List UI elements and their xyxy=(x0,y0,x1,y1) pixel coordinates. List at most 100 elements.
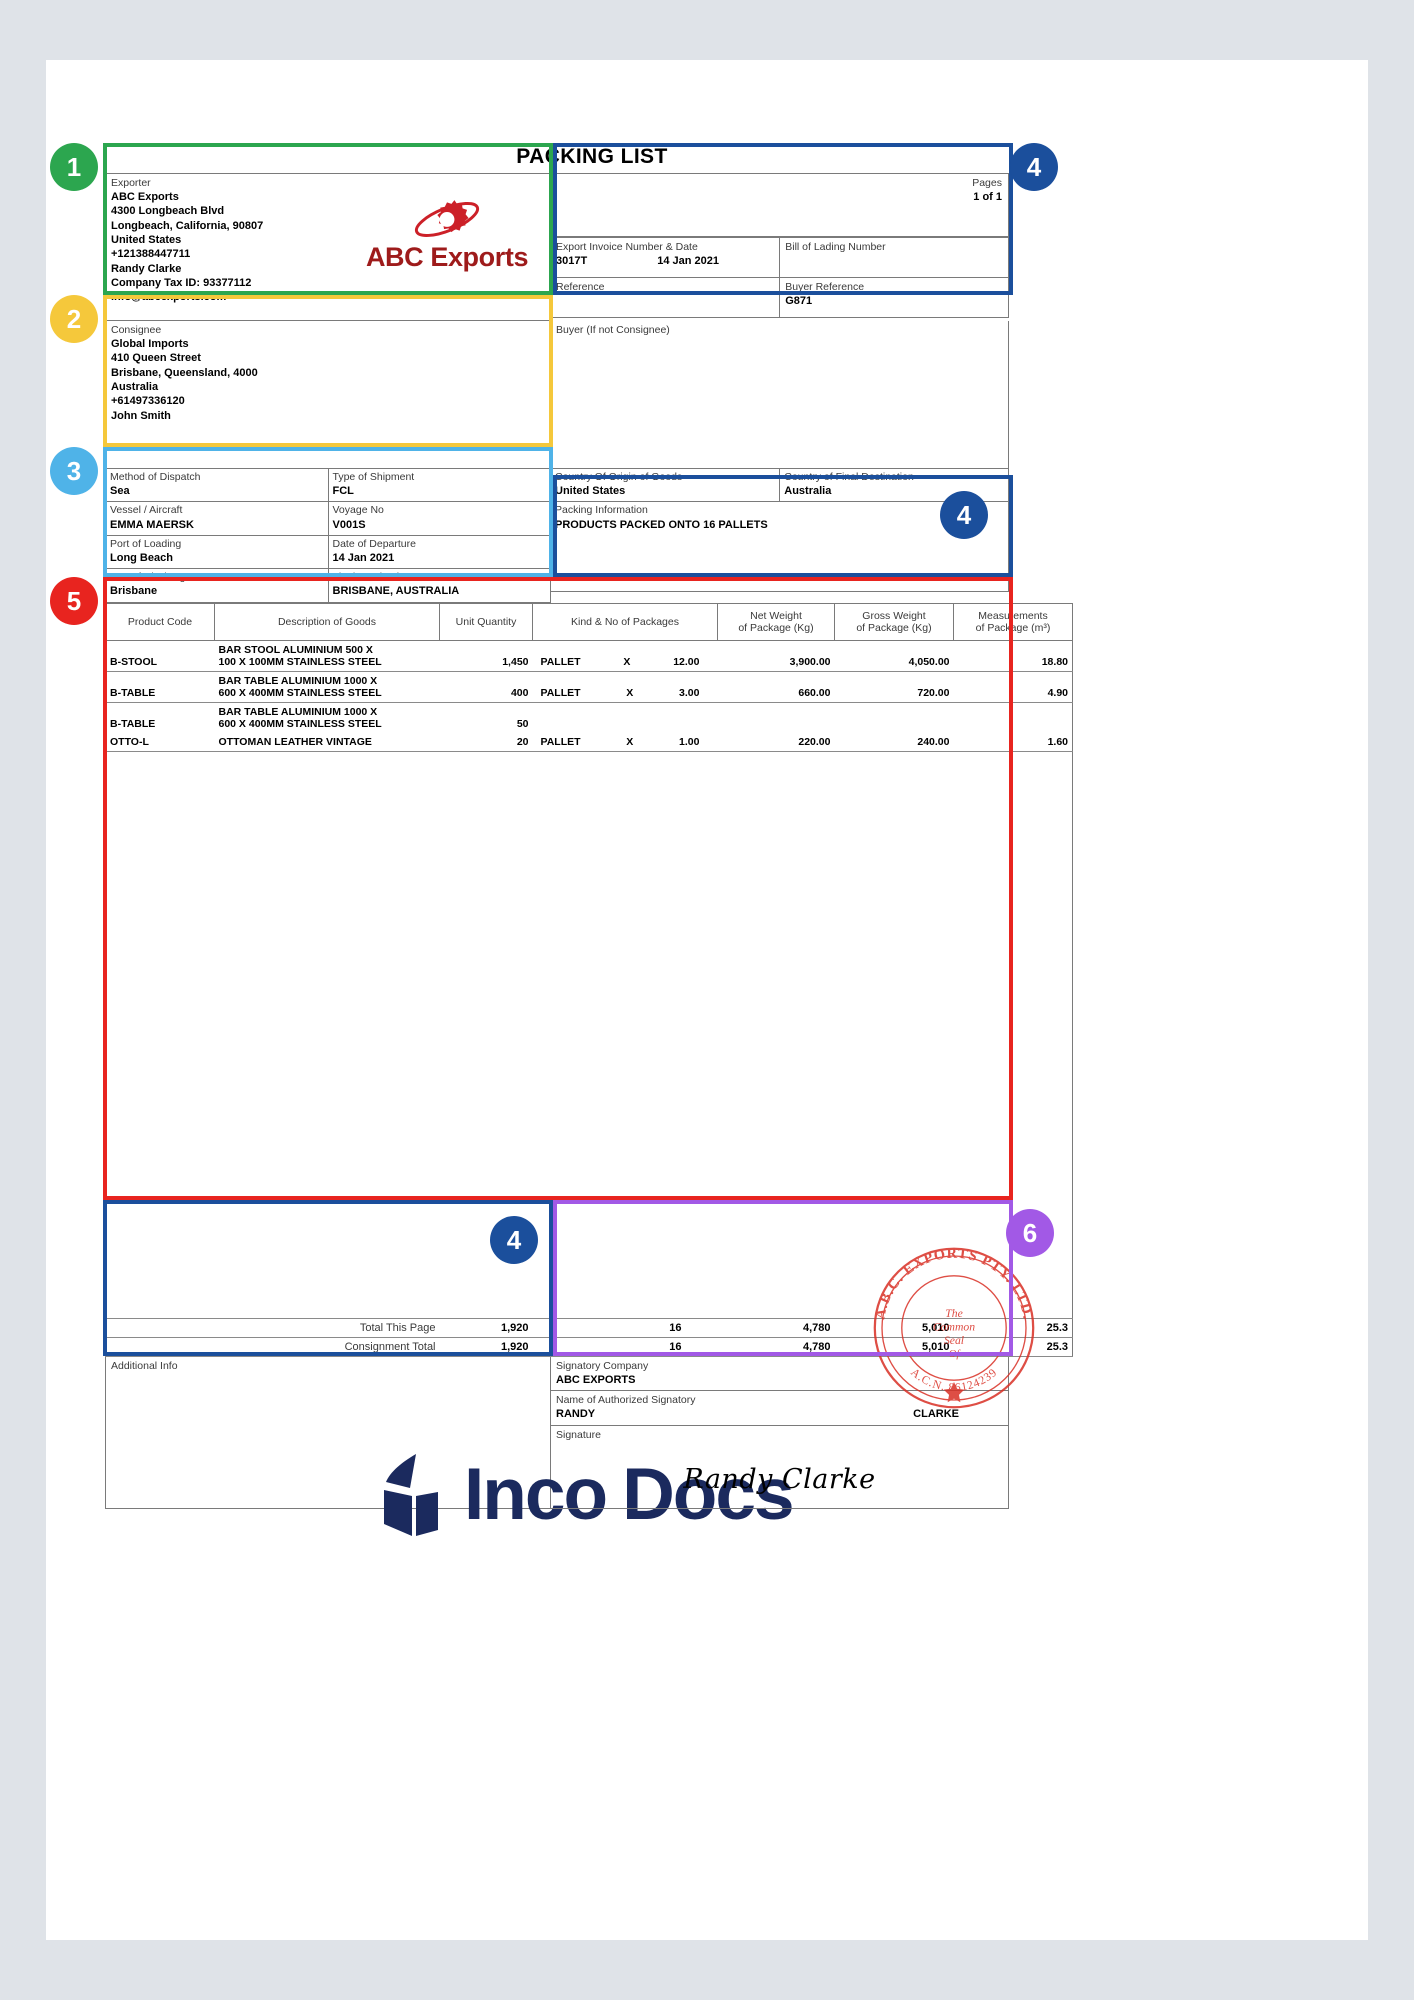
shipment-details-block: Method of Dispatch Sea Type of Shipment … xyxy=(105,469,551,603)
export-invoice-date: 14 Jan 2021 xyxy=(657,255,719,268)
col-measurements-l1: Measurements xyxy=(978,609,1048,622)
cell-unit-quantity: 1,450 xyxy=(439,640,533,672)
voyage-no-value: V001S xyxy=(332,518,366,531)
table-row: B-TABLE BAR TABLE ALUMINIUM 1000 X 600 X… xyxy=(105,671,1073,703)
type-of-shipment-value: FCL xyxy=(332,485,354,498)
consignment-total-packages: 16 xyxy=(532,1336,718,1357)
cell-product-code: B-TABLE xyxy=(105,671,215,703)
cell-description-l1: OTTOMAN LEATHER VINTAGE xyxy=(218,735,372,748)
callout-1: 1 xyxy=(50,143,98,191)
cell-description-l2: 600 X 400MM STAINLESS STEEL xyxy=(218,686,382,699)
packing-information-label: Packing Information xyxy=(555,504,648,517)
callout-3: 3 xyxy=(50,447,98,495)
col-net-weight-l1: Net Weight xyxy=(750,609,802,622)
export-invoice-number: 3017T xyxy=(556,255,588,268)
cell-kind-packages xyxy=(533,702,718,733)
table-row: OTTO-L OTTOMAN LEATHER VINTAGE 20 PALLET… xyxy=(105,732,1073,752)
pages-box: Pages 1 of 1 xyxy=(551,173,1009,237)
date-of-departure-label: Date of Departure xyxy=(332,537,416,550)
table-blank-space: Inco Docs xyxy=(106,751,1073,1536)
cell-gross-weight: 4,050.00 xyxy=(834,640,954,672)
cell-kind-packages: PALLET X 12.00 xyxy=(532,640,718,672)
cell-gross-weight: 240.00 xyxy=(834,732,954,752)
final-destination-value: BRISBANE, AUSTRALIA xyxy=(332,585,460,598)
bill-of-lading-cell: Bill of Lading Number xyxy=(779,237,1009,278)
col-kind-packages: Kind & No of Packages xyxy=(532,602,718,641)
pages-label: Pages xyxy=(972,177,1002,189)
port-of-loading-cell: Port of Loading Long Beach xyxy=(105,535,328,570)
cell-net-weight xyxy=(718,702,835,733)
shipment-section: Method of Dispatch Sea Type of Shipment … xyxy=(105,469,1009,603)
gear-orbit-icon xyxy=(414,200,480,237)
vessel-cell: Vessel / Aircraft EMMA MAERSK xyxy=(105,501,328,536)
signatory-first-name: RANDY xyxy=(556,1408,596,1421)
goods-table-header-row: Product Code Description of Goods Unit Q… xyxy=(105,602,1073,641)
total-this-page-row: Total This Page 1,920 16 4,780 5,010 25.… xyxy=(105,1317,1073,1338)
cell-description-l2: 100 X 100MM STAINLESS STEEL xyxy=(218,655,382,668)
port-of-discharge-label: Port of Discharge xyxy=(110,571,192,584)
cell-description: BAR TABLE ALUMINIUM 1000 X 600 X 400MM S… xyxy=(214,671,440,703)
col-description: Description of Goods xyxy=(214,602,440,641)
final-destination-label: Final Destination xyxy=(332,571,411,584)
consignee-block: Consignee Global Imports 410 Queen Stree… xyxy=(105,321,551,469)
signatory-company-label: Signatory Company xyxy=(556,1359,649,1372)
col-net-weight: Net Weight of Package (Kg) xyxy=(717,602,835,641)
callout-4-additional-number: 4 xyxy=(506,1224,522,1255)
total-this-page-quantity: 1,920 xyxy=(439,1317,533,1338)
cell-product-code: OTTO-L xyxy=(105,732,215,752)
consignee-city: Brisbane, Queensland, 4000 xyxy=(111,366,258,379)
method-of-dispatch-label: Method of Dispatch xyxy=(110,471,201,483)
col-unit-quantity: Unit Quantity xyxy=(439,602,533,641)
consignee-country: Australia xyxy=(111,381,159,394)
buyer-reference-cell: Buyer Reference G871 xyxy=(779,277,1009,318)
callout-2-number: 2 xyxy=(66,303,82,334)
callout-3-number: 3 xyxy=(66,455,82,486)
reference-label: Reference xyxy=(556,281,605,293)
total-this-page-packages: 16 xyxy=(532,1317,718,1338)
callout-2: 2 xyxy=(50,295,98,343)
col-gross-weight-l1: Gross Weight xyxy=(862,609,926,622)
page-title: PACKING LIST xyxy=(516,145,668,168)
cell-description: BAR TABLE ALUMINIUM 1000 X 600 X 400MM S… xyxy=(215,702,440,733)
consignee-label: Consignee xyxy=(111,324,162,336)
callout-4-packing: 4 xyxy=(940,491,988,539)
total-this-page-label: Total This Page xyxy=(214,1317,440,1338)
cell-net-weight: 3,900.00 xyxy=(717,640,835,672)
consignment-total-row: Consignment Total 1,920 16 4,780 5,010 2… xyxy=(105,1336,1073,1357)
consignment-total-net-weight: 4,780 xyxy=(717,1336,835,1357)
pages-value: 1 of 1 xyxy=(973,191,1002,204)
date-of-departure-cell: Date of Departure 14 Jan 2021 xyxy=(327,535,551,570)
consignment-total-measurements: 25.3 xyxy=(953,1336,1073,1357)
vessel-label: Vessel / Aircraft xyxy=(110,504,183,517)
total-this-page-net-weight: 4,780 xyxy=(717,1317,835,1338)
callout-6: 6 xyxy=(1006,1209,1054,1257)
buyer-label: Buyer (If not Consignee) xyxy=(556,324,670,336)
consignee-name: Global Imports xyxy=(111,338,189,351)
country-of-origin-cell: Country Of Origin of Goods United States xyxy=(551,469,781,503)
cell-unit-quantity: 20 xyxy=(439,732,533,752)
cell-net-weight: 220.00 xyxy=(717,732,835,752)
total-this-page-gross-weight: 5,010 xyxy=(834,1317,954,1338)
country-of-origin-label: Country Of Origin of Goods xyxy=(555,471,683,483)
document-page: PACKING LIST Exporter ABC Exports 4300 L… xyxy=(46,60,1368,1940)
bill-of-lading-label: Bill of Lading Number xyxy=(785,241,886,253)
cell-product-code: B-TABLE xyxy=(110,717,156,730)
consignee-phone: +61497336120 xyxy=(111,395,185,408)
col-measurements-l2: of Package (m³) xyxy=(975,621,1051,634)
exporter-block: Exporter ABC Exports 4300 Longbeach Blvd… xyxy=(105,173,551,321)
col-measurements: Measurements of Package (m³) xyxy=(953,602,1073,641)
cell-measurements: 1.60 xyxy=(953,732,1073,752)
callout-4-header-number: 4 xyxy=(1026,151,1042,182)
origin-packing-block: Country Of Origin of Goods United States… xyxy=(551,469,1009,603)
packing-information-value: PRODUCTS PACKED ONTO 16 PALLETS xyxy=(555,518,768,531)
port-of-loading-label: Port of Loading xyxy=(110,537,182,550)
cell-description-l2: 600 X 400MM STAINLESS STEEL xyxy=(218,717,382,730)
buyer-reference-value: G871 xyxy=(785,295,813,308)
voyage-no-label: Voyage No xyxy=(332,504,384,517)
additional-info-label: Additional Info xyxy=(111,1359,178,1372)
invoice-header-block: Pages 1 of 1 Export Invoice Number & Dat… xyxy=(551,173,1009,321)
vessel-value: EMMA MAERSK xyxy=(110,518,194,531)
cell-description-l1: BAR STOOL ALUMINIUM 500 X xyxy=(218,643,373,656)
cell-kind-packages: PALLET X 1.00 xyxy=(532,732,718,752)
cell-kind: PALLET xyxy=(540,655,581,668)
